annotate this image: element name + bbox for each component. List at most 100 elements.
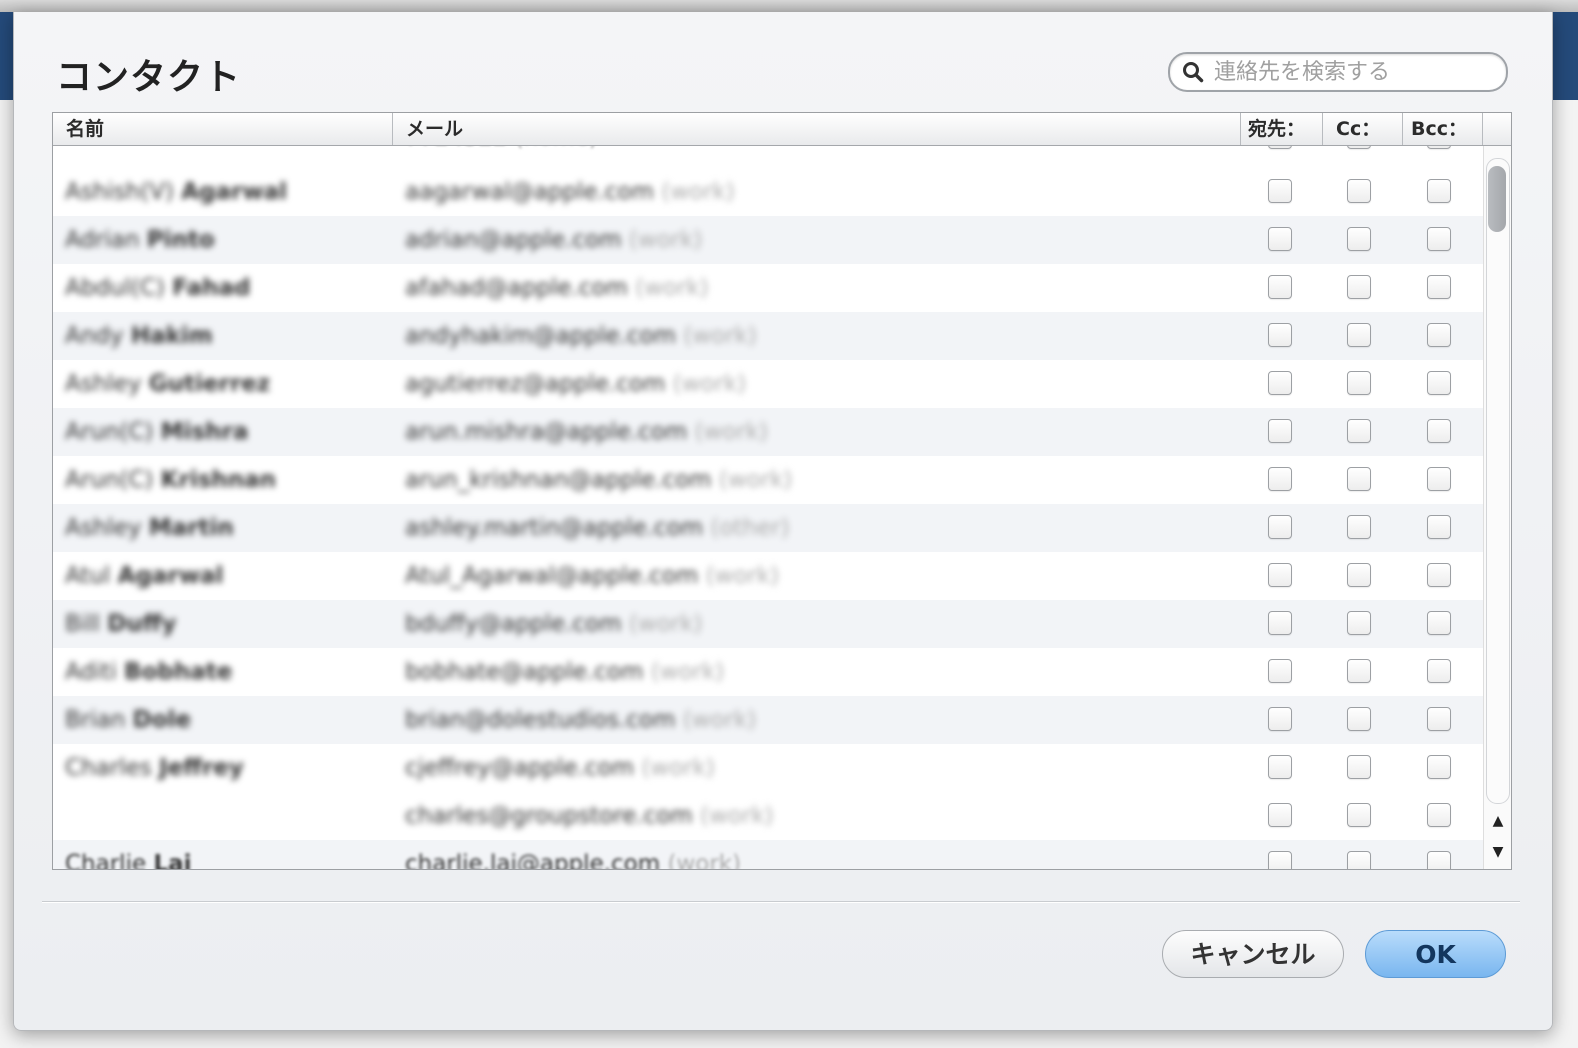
scroll-thumb[interactable] [1488, 166, 1506, 232]
bcc-checkbox[interactable] [1427, 146, 1451, 149]
table-row[interactable]: Ashish(V) Agarwal aagarwal@apple.com (wo… [53, 168, 1483, 216]
bcc-checkbox[interactable] [1427, 803, 1451, 827]
table-header: 名前 メール 宛先： Cc： Bcc： [53, 113, 1511, 146]
contact-name: Abdul(C) Fahad [65, 275, 251, 301]
bcc-checkbox[interactable] [1427, 227, 1451, 251]
scroll-track[interactable] [1486, 158, 1510, 804]
cc-checkbox[interactable] [1347, 563, 1371, 587]
to-checkbox[interactable] [1268, 146, 1292, 149]
scroll-up-arrow-icon[interactable]: ▲ [1484, 806, 1511, 836]
bcc-checkbox[interactable] [1427, 179, 1451, 203]
bcc-checkbox[interactable] [1427, 755, 1451, 779]
contact-name: Ashish(V) Agarwal [65, 179, 288, 205]
table-row[interactable]: Atul Agarwal Atul_Agarwal@apple.com (wor… [53, 552, 1483, 600]
table-row[interactable]: Ashley Martin ashley.martin@apple.com (o… [53, 504, 1483, 552]
bcc-checkbox[interactable] [1427, 611, 1451, 635]
table-row[interactable]: Abdul(C) Fahad afahad@apple.com (work) [53, 264, 1483, 312]
cc-checkbox[interactable] [1347, 467, 1371, 491]
contact-name: Brian Dole [65, 707, 191, 733]
to-checkbox[interactable] [1268, 467, 1292, 491]
bcc-checkbox[interactable] [1427, 323, 1451, 347]
table-row[interactable]: Brian Dole brian@dolestudios.com (work) [53, 696, 1483, 744]
scroll-down-arrow-icon[interactable]: ▼ [1484, 837, 1511, 867]
ok-button[interactable]: OK [1365, 930, 1506, 978]
column-header-bcc[interactable]: Bcc： [1403, 113, 1483, 145]
search-input[interactable] [1212, 57, 1496, 87]
bcc-checkbox[interactable] [1427, 659, 1451, 683]
column-header-mail[interactable]: メール [393, 113, 1241, 145]
contact-search-field[interactable] [1168, 52, 1508, 92]
cc-checkbox[interactable] [1347, 227, 1371, 251]
table-row[interactable]: Arun(C) Krishnan arun_krishnan@apple.com… [53, 456, 1483, 504]
bcc-checkbox[interactable] [1427, 851, 1451, 869]
table-row[interactable]: Ashley Gutierrez agutierrez@apple.com (w… [53, 360, 1483, 408]
contact-email: agutierrez@apple.com (work) [405, 371, 747, 397]
to-checkbox[interactable] [1268, 707, 1292, 731]
cc-checkbox[interactable] [1347, 146, 1371, 149]
to-checkbox[interactable] [1268, 371, 1292, 395]
bcc-checkbox[interactable] [1427, 419, 1451, 443]
search-icon [1183, 62, 1204, 83]
to-checkbox[interactable] [1268, 563, 1292, 587]
column-header-cc[interactable]: Cc： [1323, 113, 1403, 145]
cc-checkbox[interactable] [1347, 611, 1371, 635]
table-row[interactable]: Andy Hakim andyhakim@apple.com (work) [53, 312, 1483, 360]
bcc-checkbox[interactable] [1427, 371, 1451, 395]
cc-checkbox[interactable] [1347, 419, 1371, 443]
cc-checkbox[interactable] [1347, 275, 1371, 299]
contact-name: Charles Jeffrey [65, 755, 244, 781]
to-checkbox[interactable] [1268, 275, 1292, 299]
to-checkbox[interactable] [1268, 515, 1292, 539]
window-titlebar [0, 0, 1578, 12]
cc-checkbox[interactable] [1347, 659, 1371, 683]
cc-checkbox[interactable] [1347, 755, 1371, 779]
vertical-scrollbar[interactable]: ▲ ▼ [1483, 146, 1511, 869]
to-checkbox[interactable] [1268, 851, 1292, 869]
table-row-partial[interactable]: 7724322 (home) [53, 146, 1483, 162]
contacts-dialog: コンタクト 名前 メール 宛先： Cc： Bcc： 7724322 (home)… [13, 12, 1553, 1031]
bcc-checkbox[interactable] [1427, 563, 1451, 587]
contact-email: bduffy@apple.com (work) [405, 611, 703, 637]
contact-email: Atul_Agarwal@apple.com (work) [405, 563, 780, 589]
to-checkbox[interactable] [1268, 611, 1292, 635]
contact-email: bobhate@apple.com (work) [405, 659, 725, 685]
table-row[interactable]: Charlie Lai charlie.lai@apple.com (work) [53, 840, 1483, 869]
bcc-checkbox[interactable] [1427, 515, 1451, 539]
column-header-to[interactable]: 宛先： [1241, 113, 1323, 145]
table-row[interactable]: Adrian Pinto adrian@apple.com (work) [53, 216, 1483, 264]
contact-name: Ashley Martin [65, 515, 234, 541]
cc-checkbox[interactable] [1347, 707, 1371, 731]
to-checkbox[interactable] [1268, 179, 1292, 203]
bcc-checkbox[interactable] [1427, 467, 1451, 491]
contact-name: Andy Hakim [65, 323, 213, 349]
table-row[interactable]: Charles Jeffrey cjeffrey@apple.com (work… [53, 744, 1483, 792]
to-checkbox[interactable] [1268, 419, 1292, 443]
to-checkbox[interactable] [1268, 803, 1292, 827]
column-header-name[interactable]: 名前 [53, 113, 393, 145]
cc-checkbox[interactable] [1347, 515, 1371, 539]
to-checkbox[interactable] [1268, 323, 1292, 347]
table-row[interactable]: Bill Duffy bduffy@apple.com (work) [53, 600, 1483, 648]
to-checkbox[interactable] [1268, 659, 1292, 683]
bcc-checkbox[interactable] [1427, 275, 1451, 299]
to-checkbox[interactable] [1268, 755, 1292, 779]
contact-email: cjeffrey@apple.com (work) [405, 755, 715, 781]
cc-checkbox[interactable] [1347, 851, 1371, 869]
to-checkbox[interactable] [1268, 227, 1292, 251]
contact-email: arun_krishnan@apple.com (work) [405, 467, 793, 493]
contact-email: charles@groupstore.com (work) [405, 803, 774, 829]
contact-email: arun.mishra@apple.com (work) [405, 419, 769, 445]
bcc-checkbox[interactable] [1427, 707, 1451, 731]
cc-checkbox[interactable] [1347, 371, 1371, 395]
cc-checkbox[interactable] [1347, 179, 1371, 203]
contact-name [65, 792, 385, 840]
table-row[interactable]: charles@groupstore.com (work) [53, 792, 1483, 840]
cc-checkbox[interactable] [1347, 803, 1371, 827]
contact-email: 7724322 (home) [405, 146, 1205, 162]
contact-email: aagarwal@apple.com (work) [405, 179, 735, 205]
table-row[interactable]: Arun(C) Mishra arun.mishra@apple.com (wo… [53, 408, 1483, 456]
table-row[interactable]: Aditi Bobhate bobhate@apple.com (work) [53, 648, 1483, 696]
cancel-button[interactable]: キャンセル [1162, 930, 1344, 978]
footer-divider [42, 901, 1520, 902]
cc-checkbox[interactable] [1347, 323, 1371, 347]
